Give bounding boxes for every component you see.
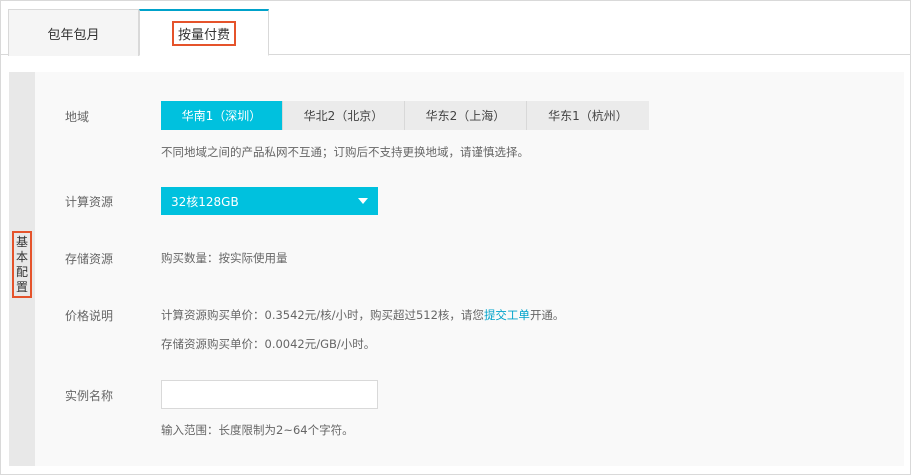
section-label-char: 置 — [15, 279, 28, 294]
price-compute-text: 计算资源购买单价：0.3542元/核/小时，购买超过512核，请您 — [161, 308, 484, 322]
basic-config-section-label: 基 本 配 置 — [12, 231, 32, 298]
region-selector: 华南1（深圳） 华北2（北京） 华东2（上海） 华东1（杭州） — [161, 101, 649, 130]
tab-yearly-monthly[interactable]: 包年包月 — [8, 9, 139, 56]
region-label: 地域 — [65, 110, 90, 124]
billing-tab-bar: 包年包月 按量付费 — [1, 1, 910, 56]
submit-ticket-link[interactable]: 提交工单 — [484, 308, 530, 322]
compute-spec-select[interactable]: 32核128GB — [161, 187, 378, 215]
config-panel: 基 本 配 置 地域 华南1（深圳） 华北2（北京） 华东2（上海） 华东1（杭… — [9, 72, 904, 466]
instance-name-hint: 输入范围：长度限制为2~64个字符。 — [161, 423, 354, 437]
tab-pay-as-you-go[interactable]: 按量付费 — [139, 9, 269, 56]
storage-label: 存储资源 — [65, 252, 114, 266]
price-storage-line: 存储资源购买单价：0.0042元/GB/小时。 — [161, 337, 376, 351]
price-label: 价格说明 — [65, 309, 114, 323]
section-label-char: 本 — [15, 249, 28, 264]
region-option-shenzhen[interactable]: 华南1（深圳） — [161, 101, 283, 130]
compute-label: 计算资源 — [65, 195, 114, 209]
region-option-beijing[interactable]: 华北2（北京） — [283, 101, 405, 130]
caret-down-icon — [358, 198, 368, 204]
tab-pay-as-you-go-label: 按量付费 — [171, 20, 236, 46]
region-note: 不同地域之间的产品私网不互通；订购后不支持更换地域，请谨慎选择。 — [161, 145, 529, 159]
price-compute-line: 计算资源购买单价：0.3542元/核/小时，购买超过512核，请您提交工单开通。 — [161, 307, 564, 323]
storage-value: 购买数量：按实际使用量 — [161, 251, 288, 265]
section-sidebar: 基 本 配 置 — [9, 72, 35, 466]
page-frame: 包年包月 按量付费 基 本 配 置 地域 华南1（深圳） 华北2（北京） 华东2… — [0, 0, 911, 475]
region-option-hangzhou[interactable]: 华东1（杭州） — [527, 101, 649, 130]
instance-name-input[interactable] — [161, 380, 378, 409]
section-label-char: 配 — [15, 264, 28, 279]
price-compute-suffix: 开通。 — [529, 308, 565, 322]
region-option-shanghai[interactable]: 华东2（上海） — [405, 101, 527, 130]
compute-spec-value: 32核128GB — [171, 194, 239, 209]
section-label-char: 基 — [15, 234, 28, 249]
tab-yearly-monthly-label: 包年包月 — [47, 27, 100, 43]
instance-name-label: 实例名称 — [65, 389, 114, 403]
